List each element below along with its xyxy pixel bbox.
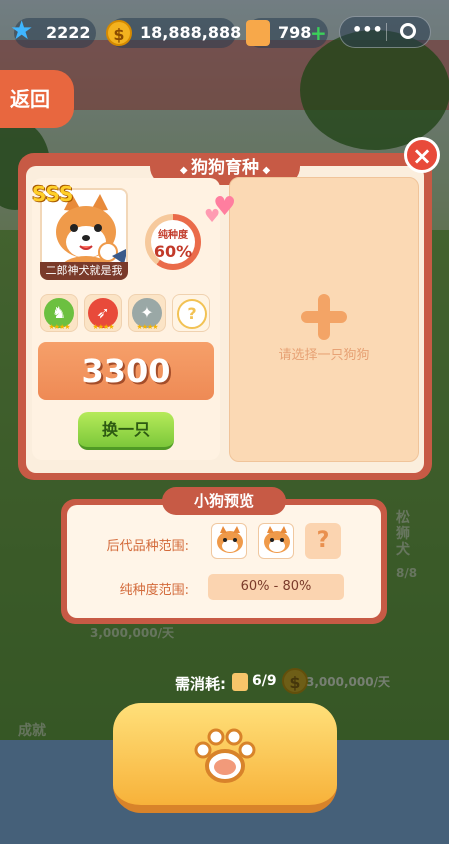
swap-dog-button[interactable]: 换一只: [78, 412, 174, 450]
shiba-dog-icon: [217, 526, 243, 553]
more-icon[interactable]: •••: [352, 20, 383, 39]
purity-range-label: 纯种度范围:: [119, 583, 189, 598]
food-value: 798: [278, 23, 312, 42]
coin-icon: $: [106, 20, 132, 46]
capsule-divider: [386, 23, 387, 41]
purity-range-value: 60% - 80%: [208, 574, 344, 600]
purity-value: 60%: [153, 242, 193, 261]
purity-label: 纯种度: [158, 230, 188, 241]
offspring-breed[interactable]: [258, 523, 294, 559]
skill-slot[interactable]: ➶ ★★★★: [84, 294, 122, 332]
cost-label: 需消耗:: [175, 675, 226, 693]
dog-food-icon: [232, 673, 248, 691]
question-icon: ?: [177, 299, 207, 329]
skill-stars: ★★★★: [136, 323, 158, 331]
skill-stars: ★★★★: [92, 323, 114, 331]
plus-icon[interactable]: [318, 294, 330, 340]
gem-counter: ★ 2222: [10, 17, 96, 48]
unknown-breed-icon[interactable]: ?: [305, 523, 341, 559]
gem-icon: ★: [10, 16, 34, 46]
dog-name: 二郎神犬就是我: [40, 262, 128, 280]
puppy-preview-body: [67, 505, 381, 618]
heart-icon: ♥: [204, 206, 221, 227]
close-mini-program-icon[interactable]: [400, 23, 416, 39]
dog-food-icon: [246, 20, 270, 46]
breed-range-label: 后代品种范围:: [106, 539, 189, 554]
skill-stars: ★★★★: [48, 323, 70, 331]
close-button[interactable]: ×: [404, 137, 440, 173]
panel-title-text: 狗狗育种: [191, 158, 259, 178]
skill-slot[interactable]: ✦ ★★★★: [128, 294, 166, 332]
select-dog-hint[interactable]: 请选择一只狗狗: [229, 344, 419, 363]
gem-value: 2222: [46, 23, 91, 42]
cost-value: 6/9: [252, 673, 277, 689]
add-food-button[interactable]: +: [310, 18, 327, 48]
skill-slot-unknown[interactable]: ?: [172, 294, 210, 332]
coin-value: 18,888,888: [140, 23, 242, 42]
dog-grade-badge: SSS: [32, 182, 74, 206]
skill-slot[interactable]: ♞ ★★★★: [40, 294, 78, 332]
back-button[interactable]: 返回: [0, 70, 74, 128]
mini-program-capsule: •••: [339, 16, 431, 48]
offspring-breed[interactable]: [211, 523, 247, 559]
food-counter: 798 +: [246, 18, 328, 48]
paw-icon[interactable]: [190, 720, 260, 790]
preview-title: 小狗预览: [162, 487, 286, 515]
coin-counter: $ 18,888,888: [106, 18, 241, 48]
dog-price: 3300: [38, 342, 214, 400]
shiba-dog-icon: [264, 526, 290, 553]
